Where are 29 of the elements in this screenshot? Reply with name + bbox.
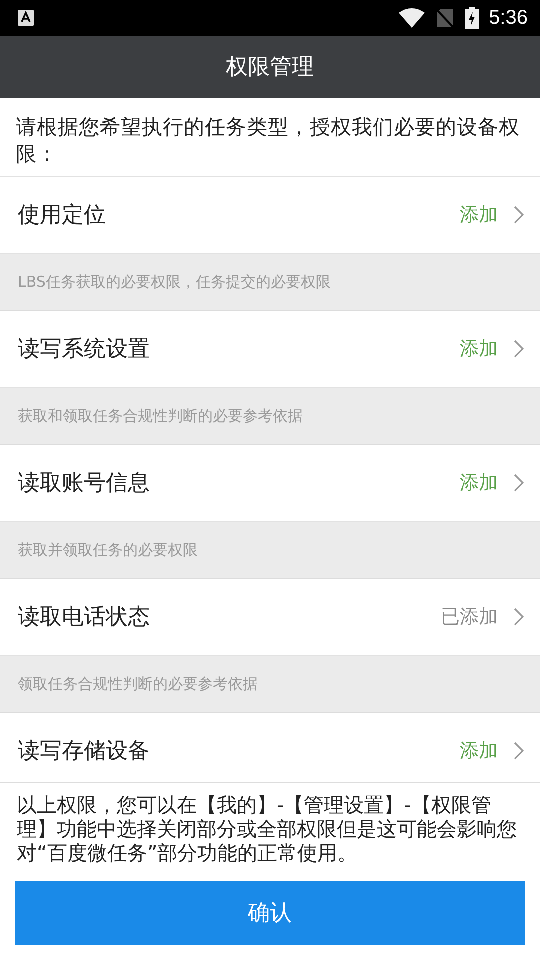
footer-note: 以上权限，您可以在【我的】-【管理设置】-【权限管理】功能中选择关闭部分或全部权限但是这可能会影响您对“百度微任务”部分功能的正常使用。	[17, 793, 518, 865]
clock-time: 5:36	[489, 6, 528, 30]
permission-status: 已添加	[441, 605, 498, 630]
wifi-icon	[399, 8, 426, 28]
intro-text: 请根据您希望执行的任务类型，授权我们必要的设备权限：	[0, 98, 540, 177]
no-sim-icon	[435, 8, 456, 28]
chevron-icon	[514, 340, 524, 358]
permission-name: 读写存储设备	[18, 738, 151, 766]
permission-status: 添加	[460, 471, 498, 496]
permission-description: 领取任务合规性判断的必要参考依据	[18, 674, 258, 694]
chevron-icon	[514, 742, 524, 760]
permission-name: 使用定位	[18, 202, 107, 230]
permission-description: LBS任务获取的必要权限，任务提交的必要权限	[18, 272, 331, 292]
notification-icon	[18, 10, 34, 26]
permission-description: 获取并领取任务的必要权限	[18, 540, 198, 560]
confirm-button[interactable]: 确认	[15, 881, 525, 945]
page-title: 权限管理	[226, 54, 314, 82]
chevron-icon	[514, 474, 524, 492]
permission-status: 添加	[460, 337, 498, 362]
chevron-icon	[514, 608, 524, 626]
permission-name: 读取账号信息	[18, 470, 151, 498]
permission-name: 读取电话状态	[18, 604, 151, 632]
permission-name: 读写系统设置	[18, 336, 151, 364]
permission-row[interactable]: 读写存储设备 添加	[0, 713, 540, 782]
permission-status: 添加	[460, 739, 498, 764]
permission-status: 添加	[460, 203, 498, 228]
permission-description: 获取和领取任务合规性判断的必要参考依据	[18, 406, 303, 426]
chevron-icon	[514, 206, 524, 224]
battery-charging-icon	[465, 7, 480, 29]
